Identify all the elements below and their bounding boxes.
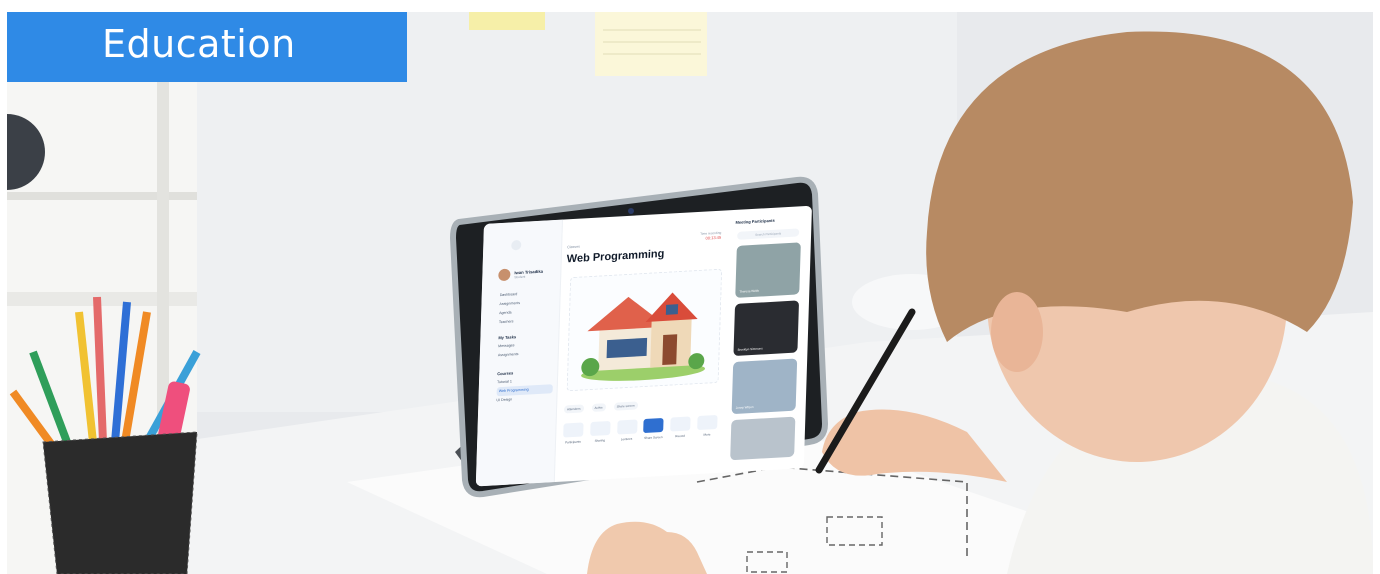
pill-attendees[interactable]: Attendees [563, 404, 584, 414]
tool-label: More [703, 432, 711, 437]
nav-item-teachers[interactable]: Teachers [499, 315, 555, 327]
sharing-button[interactable]: Sharing [589, 420, 611, 443]
participant-tile[interactable]: Brooklyn Simmons [733, 300, 800, 357]
primary-nav: Dashboard Assignments Agenda Teachers [499, 288, 556, 327]
participant-tile[interactable]: Theresa Webb [735, 242, 801, 298]
breadcrumb[interactable]: Classes [567, 245, 580, 250]
sticky-note [595, 12, 707, 76]
main-panel: Classes Web Programming Time recording 0… [558, 210, 726, 481]
toolbar-buttons: Participants Sharing Lectures Share Scre… [563, 414, 718, 445]
participant-name: Brooklyn Simmons [737, 346, 763, 352]
pill-active[interactable]: Active [591, 403, 606, 412]
sticky-note [469, 12, 545, 30]
record-icon [670, 416, 691, 432]
record-button[interactable]: Record [670, 416, 691, 438]
tool-label: Share Screen [644, 435, 663, 441]
classroom-app: Iwan Trisadika Student Dashboard Assignm… [475, 205, 812, 487]
course-item-ui-design[interactable]: UI Design [496, 393, 552, 405]
tool-label: Participants [565, 439, 581, 445]
category-label: Education [102, 22, 296, 66]
more-button[interactable]: More [697, 414, 718, 437]
participant-name: Theresa Webb [739, 288, 760, 294]
category-banner: Education [7, 12, 407, 82]
page-title: Web Programming [566, 247, 665, 266]
users-icon [563, 422, 584, 438]
tool-label: Record [675, 433, 686, 439]
shared-screen [566, 268, 723, 392]
back-button[interactable] [511, 239, 522, 251]
microphone-icon [616, 419, 638, 435]
participant-tile[interactable] [730, 416, 796, 461]
tablet-screen: Iwan Trisadika Student Dashboard Assignm… [475, 205, 812, 487]
lectures-button[interactable]: Lectures [616, 419, 638, 442]
ear [991, 292, 1043, 372]
nav-item-task-assignments[interactable]: Assignments [498, 348, 554, 360]
participant-name: Jenny Wilson [735, 404, 754, 410]
share-screen-button[interactable]: Share Screen [643, 417, 664, 441]
photo-frame: Iwan Trisadika Student Dashboard Assignm… [7, 12, 1373, 574]
avatar [498, 268, 511, 282]
more-icon [697, 414, 718, 431]
courses-nav: Courses Tutorial 1 Web Programming UI De… [496, 366, 553, 405]
participants-button[interactable]: Participants [563, 422, 584, 444]
camera-icon [628, 208, 634, 214]
pill-share-screen[interactable]: Share screen [613, 401, 638, 411]
participants-panel: Meeting Participants Search Participants… [724, 206, 812, 473]
share-icon [589, 420, 611, 437]
house-illustration [581, 292, 706, 381]
tasks-nav: My Tasks Messages Assignments [498, 330, 555, 360]
recording-status: Time recording 00:13:45 [700, 231, 721, 241]
meeting-toolbar: Attendees Active Share screen Participan… [562, 397, 718, 464]
profile-role: Student [514, 274, 526, 279]
participant-tile[interactable]: Jenny Wilson [731, 358, 798, 415]
participants-heading: Meeting Participants [735, 217, 775, 225]
attendance-pills: Attendees Active Share screen [563, 397, 718, 414]
profile[interactable]: Iwan Trisadika Student [498, 267, 543, 282]
participant-search-input[interactable]: Search Participants [737, 228, 800, 240]
sidebar: Iwan Trisadika Student Dashboard Assignm… [475, 219, 563, 487]
tool-label: Lectures [620, 436, 633, 442]
tool-label: Sharing [594, 438, 606, 443]
screen-icon [643, 417, 664, 434]
